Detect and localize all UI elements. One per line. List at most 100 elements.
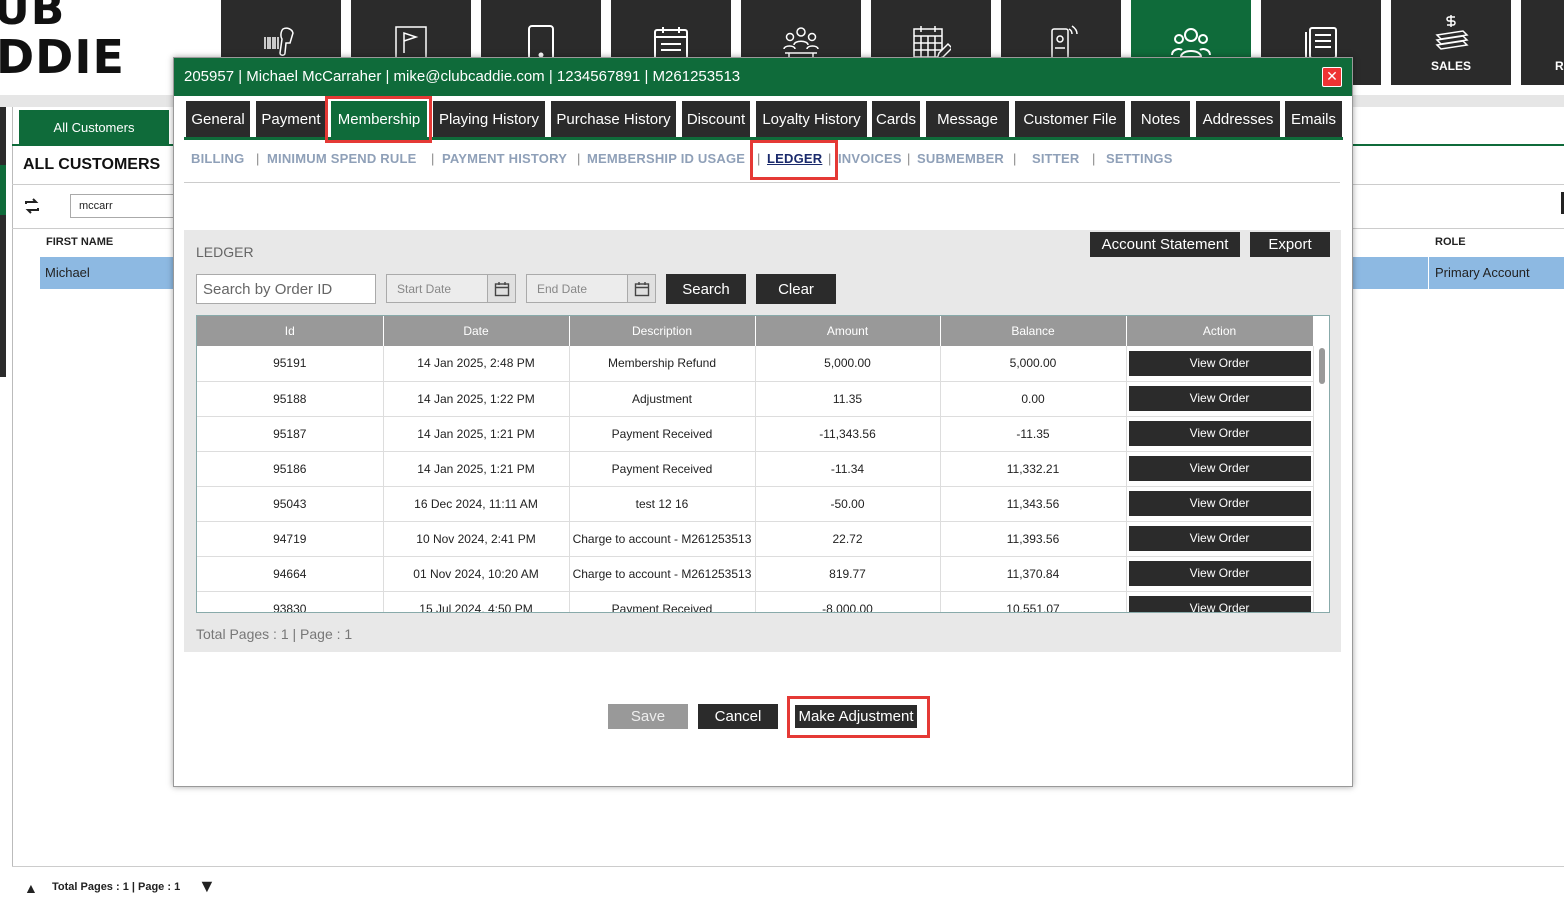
cell-id: 95186	[197, 451, 384, 487]
cell-description: Charge to account - M261253513	[569, 556, 756, 592]
close-icon[interactable]: ✕	[1322, 67, 1342, 87]
view-order-button[interactable]: View Order	[1128, 526, 1311, 551]
content-border	[12, 107, 13, 867]
end-date-placeholder: End Date	[537, 282, 588, 296]
scrollbar-thumb[interactable]	[1319, 348, 1325, 384]
nav-sales-label: SALES	[1430, 58, 1471, 73]
sort-down-icon[interactable]: ▼	[198, 876, 216, 897]
cell-date: 15 Jul 2024, 4:50 PM	[383, 591, 570, 612]
table-row: 95043 16 Dec 2024, 11:11 AM test 12 16 -…	[197, 486, 1314, 522]
cancel-button[interactable]: Cancel	[698, 704, 778, 729]
tab-notes[interactable]: Notes	[1131, 101, 1190, 137]
account-statement-button[interactable]: Account Statement	[1090, 232, 1240, 257]
sort-up-icon[interactable]: ▲	[24, 880, 38, 896]
nav-sales[interactable]: SALES	[1391, 0, 1511, 85]
tab-all-customers[interactable]: All Customers	[19, 110, 169, 144]
cell-amount: -50.00	[755, 486, 941, 522]
subtab-settings[interactable]: SETTINGS	[1106, 151, 1173, 166]
cell-id: 95187	[197, 416, 384, 452]
cell-description: Membership Refund	[569, 346, 756, 382]
nav-partial-tile[interactable]: R	[1521, 0, 1564, 85]
column-header-role[interactable]: ROLE	[1435, 236, 1466, 248]
subtab-billing[interactable]: BILLING	[191, 151, 244, 166]
search-button[interactable]: Search	[666, 274, 746, 304]
calendar-icon[interactable]	[487, 275, 515, 302]
tab-addresses[interactable]: Addresses	[1196, 101, 1280, 137]
column-header-amount[interactable]: Amount	[755, 316, 941, 346]
save-button[interactable]: Save	[608, 704, 688, 729]
customer-first-name: Michael	[45, 265, 90, 280]
ledger-title: LEDGER	[196, 244, 254, 260]
cell-balance: 5,000.00	[940, 346, 1127, 382]
ledger-scrollbar[interactable]	[1315, 316, 1329, 612]
subtab-sitter[interactable]: SITTER	[1032, 151, 1079, 166]
column-header-action: Action	[1126, 316, 1314, 346]
subtab-divider	[184, 182, 1340, 183]
divider	[12, 866, 1564, 867]
tab-loyalty-history[interactable]: Loyalty History	[756, 101, 867, 137]
cell-action: View Order	[1126, 521, 1314, 557]
view-order-button[interactable]: View Order	[1128, 561, 1311, 586]
subtab-invoices[interactable]: INVOICES	[838, 151, 902, 166]
cell-amount: 11.35	[755, 381, 941, 417]
view-order-button[interactable]: View Order	[1128, 491, 1311, 516]
tab-purchase-history[interactable]: Purchase History	[551, 101, 676, 137]
tab-general[interactable]: General	[186, 101, 250, 137]
column-header-description[interactable]: Description	[569, 316, 756, 346]
customer-role: Primary Account	[1435, 265, 1530, 280]
end-date-field[interactable]: End Date	[526, 274, 656, 303]
cell-amount: 5,000.00	[755, 346, 941, 382]
cell-action: View Order	[1126, 451, 1314, 487]
column-header-id[interactable]: Id	[197, 316, 384, 346]
clear-button[interactable]: Clear	[756, 274, 836, 304]
cell-id: 95188	[197, 381, 384, 417]
tab-customer-file[interactable]: Customer File	[1015, 101, 1125, 137]
view-order-button[interactable]: View Order	[1128, 596, 1311, 612]
column-header-balance[interactable]: Balance	[940, 316, 1127, 346]
subtab-submember[interactable]: SUBMEMBER	[917, 151, 1004, 166]
start-date-field[interactable]: Start Date	[386, 274, 516, 303]
subtab-separator: |	[1013, 151, 1017, 166]
view-order-button[interactable]: View Order	[1128, 456, 1311, 481]
cell-action: View Order	[1126, 381, 1314, 417]
cell-id: 94664	[197, 556, 384, 592]
column-header-date[interactable]: Date	[383, 316, 570, 346]
tab-message[interactable]: Message	[926, 101, 1009, 137]
cell-action: View Order	[1126, 591, 1314, 612]
subtab-separator: |	[1092, 151, 1096, 166]
table-row: 95188 14 Jan 2025, 1:22 PM Adjustment 11…	[197, 381, 1314, 417]
table-row: 93830 15 Jul 2024, 4:50 PM Payment Recei…	[197, 591, 1314, 612]
table-row: 94664 01 Nov 2024, 10:20 AM Charge to ac…	[197, 556, 1314, 592]
sales-money-icon	[1435, 14, 1469, 50]
order-id-search-input[interactable]: Search by Order ID	[196, 274, 376, 304]
cell-divider	[1428, 257, 1429, 289]
cell-balance: 10,551.07	[940, 591, 1127, 612]
view-order-button[interactable]: View Order	[1128, 421, 1311, 446]
tab-cards[interactable]: Cards	[872, 101, 920, 137]
ledger-subtab-highlight	[750, 140, 838, 180]
customer-detail-modal: 205957 | Michael McCarraher | mike@clubc…	[173, 57, 1353, 787]
subtab-payment-history[interactable]: PAYMENT HISTORY	[442, 151, 567, 166]
cell-date: 14 Jan 2025, 1:21 PM	[383, 416, 570, 452]
tab-emails[interactable]: Emails	[1285, 101, 1342, 137]
tab-payment[interactable]: Payment	[256, 101, 326, 137]
refresh-icon[interactable]	[22, 196, 44, 216]
column-header-first-name[interactable]: FIRST NAME	[46, 236, 113, 248]
tab-playing-history[interactable]: Playing History	[433, 101, 545, 137]
left-sidebar-rail[interactable]	[0, 107, 6, 377]
view-order-button[interactable]: View Order	[1128, 350, 1311, 376]
ledger-pagination: Total Pages : 1 | Page : 1	[196, 626, 353, 642]
subtab-membership-id-usage[interactable]: MEMBERSHIP ID USAGE	[587, 151, 745, 166]
cell-description: Payment Received	[569, 416, 756, 452]
subtab-minimum-spend-rule[interactable]: MINIMUM SPEND RULE	[267, 151, 417, 166]
cell-description: Charge to account - M261253513	[569, 521, 756, 557]
calendar-icon[interactable]	[627, 275, 655, 302]
modal-title: 205957 | Michael McCarraher | mike@clubc…	[184, 68, 741, 85]
view-order-button[interactable]: View Order	[1128, 386, 1311, 411]
tab-discount[interactable]: Discount	[682, 101, 750, 137]
export-button[interactable]: Export	[1250, 232, 1330, 257]
customers-pagination: Total Pages : 1 | Page : 1	[52, 881, 181, 893]
customer-search-input[interactable]: mccarr	[70, 194, 180, 218]
cell-description: Payment Received	[569, 451, 756, 487]
cell-date: 14 Jan 2025, 2:48 PM	[383, 346, 570, 382]
